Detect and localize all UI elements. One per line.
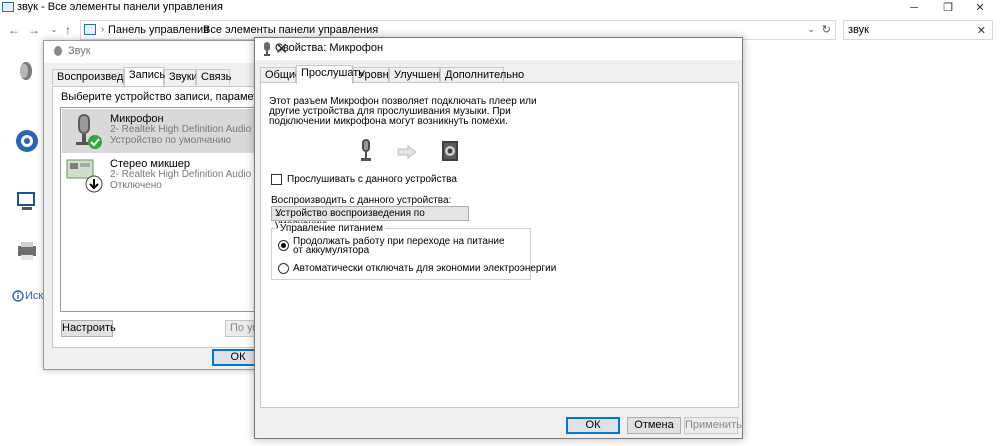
devices-printers-icon[interactable] xyxy=(14,238,40,264)
refresh-icon[interactable]: ↻ xyxy=(822,23,831,36)
apply-button[interactable]: Применить xyxy=(684,417,742,434)
device-driver: 2- Realtek High Definition Audio xyxy=(110,169,252,180)
listen-description: Этот разъем Микрофон позволяет подключат… xyxy=(269,96,537,127)
tab-sounds[interactable]: Звуки xyxy=(164,69,198,85)
display-icon[interactable] xyxy=(14,188,40,214)
tab-enhancements[interactable]: Улучшения xyxy=(389,67,451,83)
configure-button[interactable]: Настроить xyxy=(61,320,116,337)
microphone-icon xyxy=(76,114,102,149)
tab-advanced[interactable]: Дополнительно xyxy=(440,67,524,83)
list-item[interactable]: Микрофон 2- Realtek High Definition Audi… xyxy=(62,109,267,153)
speaker-icon xyxy=(54,46,62,56)
device-status: Отключено xyxy=(110,180,162,191)
clear-search-icon[interactable]: ✕ xyxy=(977,24,986,37)
device-status: Устройство по умолчанию xyxy=(110,135,231,146)
tab-general[interactable]: Общие xyxy=(260,67,301,83)
arrow-right-icon xyxy=(397,145,417,159)
properties-tabs: Общие Прослушать Уровни Улучшения Дополн… xyxy=(260,65,739,84)
microphone-icon xyxy=(361,139,371,161)
speaker-icon[interactable] xyxy=(14,58,40,84)
chevron-down-icon: ⌄ xyxy=(275,208,283,218)
restore-button[interactable]: ❐ xyxy=(934,0,962,16)
breadcrumb-chevron-icon: › xyxy=(101,24,105,35)
breadcrumb-chevron-icon: › xyxy=(194,24,198,35)
list-item[interactable]: Стерео микшер 2- Realtek High Definition… xyxy=(62,154,267,198)
power-management-group: Управление питанием Продолжать работу пр… xyxy=(271,223,556,280)
playback-label: Воспроизводить с данного устройства: xyxy=(271,195,452,206)
cancel-button[interactable]: Отмена xyxy=(627,417,681,434)
listen-checkbox[interactable] xyxy=(271,174,282,185)
microphone-properties-dialog: Свойства: Микрофон ✕ Общие Прослушать Ур… xyxy=(254,37,743,439)
radio-continue-on-battery[interactable] xyxy=(278,240,289,251)
ok-button[interactable]: ОК xyxy=(566,417,620,434)
ease-of-access-icon[interactable] xyxy=(14,128,40,154)
microphone-icon xyxy=(264,42,270,56)
radio-continue-label[interactable]: Продолжать работу при переходе на питани… xyxy=(293,237,513,256)
sound-card-icon xyxy=(66,159,103,193)
sound-dialog: Звук Воспроизведение Запись Звуки Связь … xyxy=(43,40,319,370)
explorer-title: звук - Все элементы панели управления xyxy=(17,1,223,13)
listen-checkbox-label[interactable]: Прослушивать с данного устройства xyxy=(287,174,457,185)
tab-playback[interactable]: Воспроизведение xyxy=(52,69,148,85)
radio-auto-disable[interactable] xyxy=(278,263,289,274)
forward-button[interactable]: → xyxy=(26,22,42,38)
device-list[interactable]: Микрофон 2- Realtek High Definition Audi… xyxy=(60,107,267,312)
search-value: звук xyxy=(848,24,869,36)
sound-dialog-titlebar: Звук xyxy=(44,41,264,63)
radio-auto-disable-label[interactable]: Автоматически отключать для экономии эле… xyxy=(293,264,556,274)
close-button[interactable]: ✕ xyxy=(966,0,994,16)
playback-device-select[interactable]: Устройство воспроизведения по умолчанию … xyxy=(271,206,469,230)
tab-communications[interactable]: Связь xyxy=(196,69,231,85)
search-input[interactable]: звук ✕ xyxy=(843,20,993,40)
device-driver: 2- Realtek High Definition Audio xyxy=(110,124,252,135)
tab-listen[interactable]: Прослушать xyxy=(296,65,364,84)
breadcrumb-all-items[interactable]: Все элементы панели управления xyxy=(203,24,378,36)
sound-dialog-title: Звук xyxy=(68,45,91,57)
up-button[interactable]: ↑ xyxy=(60,22,76,38)
info-icon xyxy=(12,290,24,302)
power-group-label: Управление питанием xyxy=(278,223,385,234)
tab-recording[interactable]: Запись xyxy=(124,67,165,86)
recording-panel: Выберите устройство записи, параметры ко… xyxy=(52,86,319,348)
close-icon[interactable]: ✕ xyxy=(275,39,736,59)
sound-tabs: Воспроизведение Запись Звуки Связь xyxy=(52,67,266,86)
control-panel-icon xyxy=(84,24,96,35)
back-button[interactable]: ← xyxy=(6,22,22,38)
properties-titlebar: Свойства: Микрофон ✕ xyxy=(255,38,742,60)
speaker-icon xyxy=(442,141,458,161)
minimize-button[interactable]: ─ xyxy=(900,0,928,16)
listen-panel: Этот разъем Микрофон позволяет подключат… xyxy=(260,82,739,408)
address-dropdown-icon[interactable]: ⌄ xyxy=(807,24,815,35)
control-panel-icon xyxy=(2,2,14,12)
explorer-titlebar: звук - Все элементы панели управления ─ … xyxy=(0,0,1000,16)
